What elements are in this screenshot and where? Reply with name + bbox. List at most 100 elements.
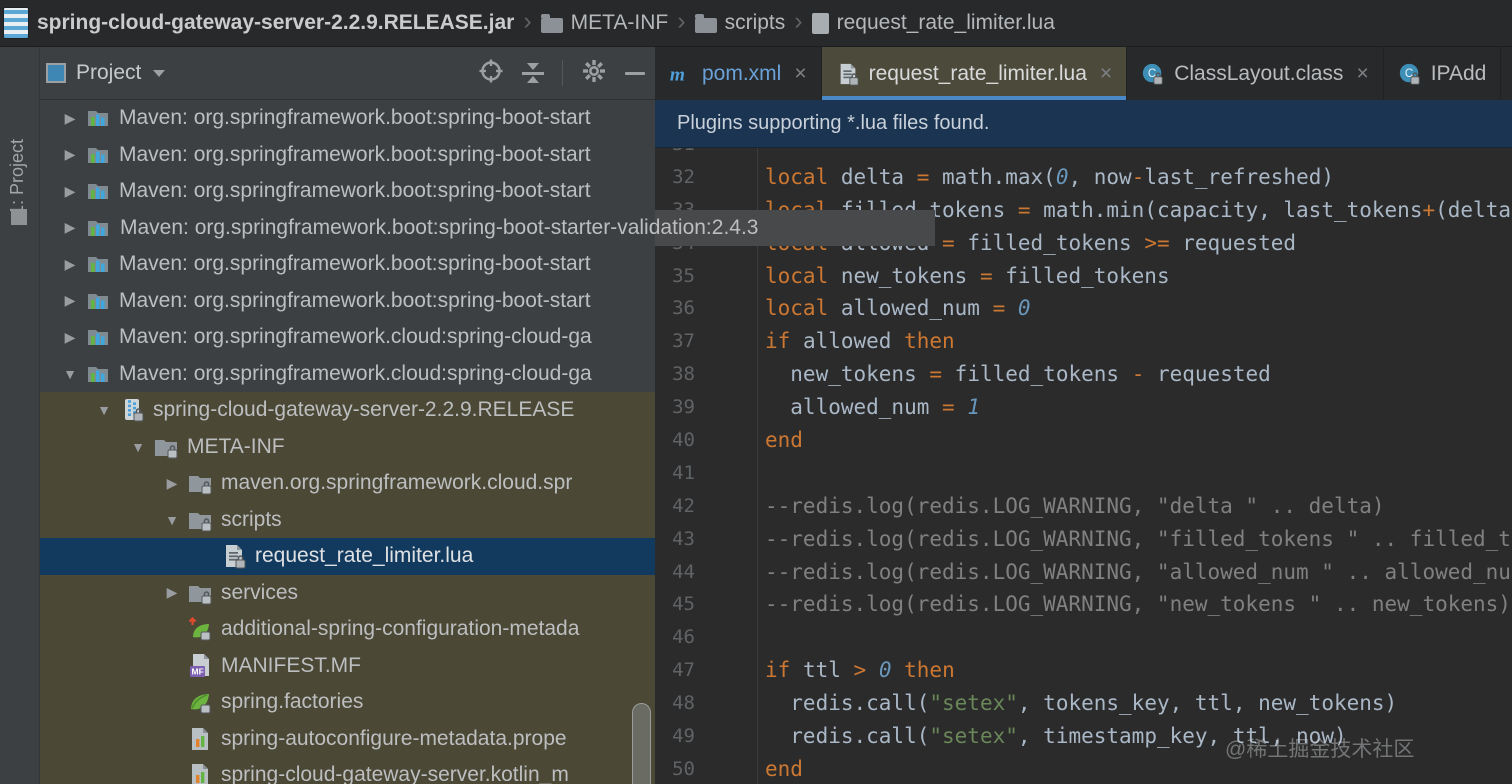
project-view-icon <box>46 63 66 83</box>
breadcrumb-item[interactable]: request_rate_limiter.lua <box>811 11 1055 35</box>
close-icon[interactable]: × <box>794 62 806 86</box>
project-stripe-button[interactable]: 1: Project <box>7 139 28 215</box>
folder-icon <box>153 434 179 460</box>
tree-collapsed-arrow-icon[interactable]: ▶ <box>55 256 85 273</box>
tree-item[interactable]: spring.factories <box>40 684 655 721</box>
tree-item[interactable]: spring-autoconfigure-metadata.prope <box>40 720 655 757</box>
tree-item-label: Maven: org.springframework.boot:spring-b… <box>119 252 591 276</box>
tree-item-label: META-INF <box>187 434 285 458</box>
code-line: 44 --redis.log(redis.LOG_WARNING, "allowe… <box>655 556 1512 589</box>
tree-collapsed-arrow-icon[interactable]: ▶ <box>55 146 85 163</box>
tree-item[interactable]: ▶ Maven: org.springframework.boot:spring-… <box>40 246 655 283</box>
tree-item[interactable]: ▶ services <box>40 574 655 611</box>
editor-tab-bar: m pom.xml × request_rate_limiter.lua × C Class… <box>655 47 1512 100</box>
maven-lib-icon <box>85 251 111 277</box>
tree-expanded-arrow-icon[interactable]: ▼ <box>157 512 187 528</box>
line-number: 48 <box>672 692 695 715</box>
tree-item-label: maven.org.springframework.cloud.spr <box>221 471 573 495</box>
code-line: 48 redis.call("setex", tokens_key, ttl, … <box>655 687 1512 720</box>
spring-up-icon <box>187 616 213 642</box>
tree-item[interactable]: MF MANIFEST.MF <box>40 647 655 684</box>
maven-lib-icon <box>85 288 111 314</box>
tab-pom-xml[interactable]: m pom.xml × <box>655 47 822 100</box>
scrollbar-thumb[interactable] <box>632 703 651 784</box>
breadcrumb-item[interactable]: spring-cloud-gateway-server-2.2.9.RELEAS… <box>37 11 514 35</box>
jar-icon <box>119 397 145 423</box>
close-icon[interactable]: × <box>1356 62 1368 86</box>
maven-lib-icon <box>85 215 111 241</box>
lua-file-icon <box>221 543 247 569</box>
properties-icon <box>187 762 213 784</box>
locate-icon[interactable] <box>478 58 504 89</box>
tree-item-label: Maven: org.springframework.boot:spring-b… <box>119 288 591 312</box>
code-text: if ttl > 0 then <box>765 658 955 683</box>
tree-item[interactable]: ▶ Maven: org.springframework.boot:spring-… <box>40 100 655 137</box>
maven-m-icon: m <box>669 62 693 86</box>
tree-expanded-arrow-icon[interactable]: ▼ <box>123 439 153 455</box>
code-line: 42 --redis.log(redis.LOG_WARNING, "delta … <box>655 490 1512 523</box>
tree-item[interactable]: spring-cloud-gateway-server.kotlin_m <box>40 757 655 784</box>
tree-item[interactable]: request_rate_limiter.lua <box>40 538 655 575</box>
tree-collapsed-arrow-icon[interactable]: ▶ <box>55 329 85 346</box>
tree-item[interactable]: ▼ META-INF <box>40 428 655 465</box>
code-text: local delta = math.max(0, now-last_refre… <box>765 164 1335 189</box>
line-number: 40 <box>672 429 695 452</box>
collapse-all-icon[interactable] <box>522 63 544 83</box>
maven-lib-icon <box>85 324 111 350</box>
editor-area: m pom.xml × request_rate_limiter.lua × C Class… <box>655 47 1512 784</box>
file-icon <box>811 12 829 34</box>
chevron-down-icon[interactable] <box>153 69 166 77</box>
code-text: --redis.log(redis.LOG_WARNING, "new_toke… <box>765 592 1511 617</box>
tree-item[interactable]: ▼ spring-cloud-gateway-server-2.2.9.RELEA… <box>40 392 655 429</box>
tree-collapsed-arrow-icon[interactable]: ▶ <box>55 110 85 127</box>
tab-ipadd[interactable]: C IPAdd <box>1384 47 1502 100</box>
tree-item[interactable]: ▶ Maven: org.springframework.boot:spring-… <box>40 173 655 210</box>
line-number: 35 <box>672 264 695 287</box>
breadcrumb-item[interactable]: META-INF <box>540 11 668 35</box>
line-number: 32 <box>672 165 695 188</box>
breadcrumb-item[interactable]: scripts <box>694 11 785 35</box>
tree-collapsed-arrow-icon[interactable]: ▶ <box>157 584 187 601</box>
tree-item[interactable]: ▶ Maven: org.springframework.boot:spring-… <box>40 137 655 174</box>
svg-text:MF: MF <box>192 666 204 676</box>
tree-collapsed-arrow-icon[interactable]: ▶ <box>55 219 85 236</box>
tree-collapsed-arrow-icon[interactable]: ▶ <box>55 292 85 309</box>
tree-item[interactable]: ▶ Maven: org.springframework.boot:spring-… <box>40 283 655 320</box>
breadcrumb-label: spring-cloud-gateway-server-2.2.9.RELEAS… <box>37 11 515 34</box>
tree-item[interactable]: ▼ scripts <box>40 501 655 538</box>
tab-classlayout-class[interactable]: C ClassLayout.class × <box>1127 47 1384 100</box>
tree-collapsed-arrow-icon[interactable]: ▶ <box>55 183 85 200</box>
breadcrumb-label: request_rate_limiter.lua <box>836 11 1055 34</box>
tree-item[interactable]: ▼ Maven: org.springframework.cloud:spring… <box>40 356 655 393</box>
code-line: 46 <box>655 621 1512 654</box>
project-panel-header: Project <box>40 47 655 100</box>
line-number: 41 <box>672 461 695 484</box>
breadcrumb-separator-icon: › <box>523 6 532 35</box>
code-line: 43 --redis.log(redis.LOG_WARNING, "filled… <box>655 523 1512 556</box>
tree-item-label: spring-autoconfigure-metadata.prope <box>221 726 567 750</box>
line-number: 47 <box>672 659 695 682</box>
tree-item-label: Maven: org.springframework.boot:spring-b… <box>119 106 591 130</box>
folder-icon <box>540 14 563 33</box>
jar-icon <box>3 7 29 39</box>
breadcrumb-bar: spring-cloud-gateway-server-2.2.9.RELEAS… <box>0 0 1512 47</box>
properties-icon <box>187 726 213 752</box>
tree-collapsed-arrow-icon[interactable]: ▶ <box>157 475 187 492</box>
code-editor[interactable]: 3132local delta = math.max(0, now-last_r… <box>655 100 1512 784</box>
tree-item[interactable]: additional-spring-configuration-metada <box>40 611 655 648</box>
maven-lib-icon <box>85 178 111 204</box>
line-number: 39 <box>672 396 695 419</box>
tree-expanded-arrow-icon[interactable]: ▼ <box>89 402 119 418</box>
tab-request-rate-limiter-lua[interactable]: request_rate_limiter.lua × <box>821 47 1128 100</box>
settings-gear-icon[interactable] <box>581 58 607 89</box>
line-number: 44 <box>672 560 695 583</box>
tree-item[interactable]: ▶ Maven: org.springframework.cloud:spring… <box>40 319 655 356</box>
watermark: @稀土掘金技术社区 <box>1225 738 1415 761</box>
tree-item[interactable]: ▶ maven.org.springframework.cloud.spr <box>40 465 655 502</box>
code-text: if allowed then <box>765 329 955 354</box>
hide-icon[interactable] <box>625 71 645 75</box>
tree-item-label: Maven: org.springframework.boot:spring-b… <box>119 179 591 203</box>
maven-lib-icon <box>85 105 111 131</box>
tree-expanded-arrow-icon[interactable]: ▼ <box>55 366 85 382</box>
close-icon[interactable]: × <box>1100 62 1112 86</box>
